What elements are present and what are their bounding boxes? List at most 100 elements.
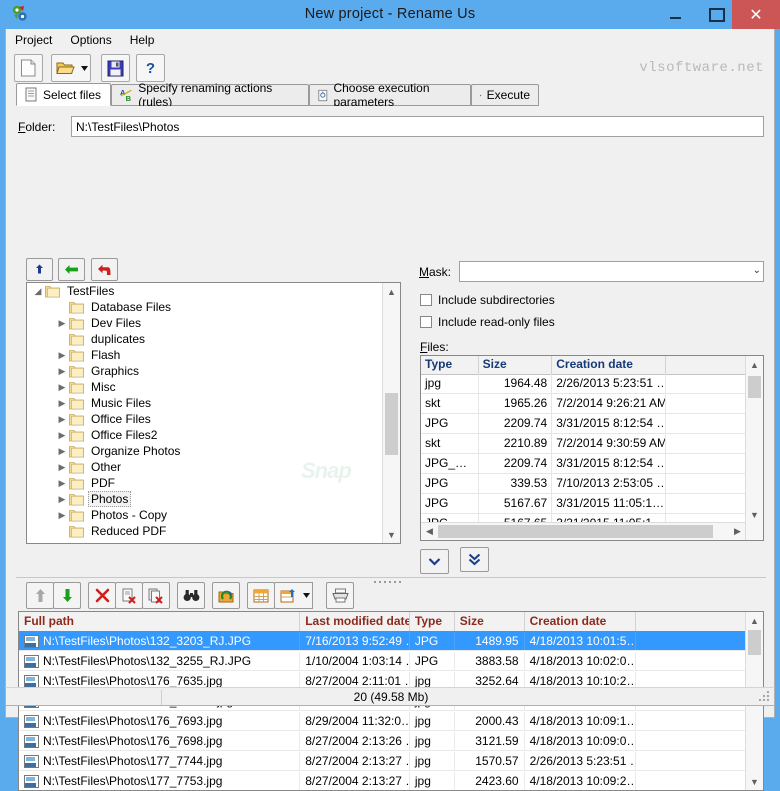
include-subdirectories-checkbox[interactable]: [420, 294, 432, 306]
files-grid-row[interactable]: jpg 1964.48 2/26/2013 5:23:51 …: [421, 374, 746, 394]
add-selected-button[interactable]: [420, 549, 449, 574]
tree-expander-icon[interactable]: ▶: [55, 350, 69, 361]
tree-expander-icon[interactable]: ▶: [55, 366, 69, 377]
column-header-creation-date[interactable]: Creation date: [525, 612, 637, 631]
files-grid-row[interactable]: JPG 2209.74 3/31/2015 8:12:54 …: [421, 414, 746, 434]
include-readonly-row[interactable]: Include read-only files: [420, 315, 555, 329]
tree-node[interactable]: ▶ Other: [27, 459, 383, 475]
remove-all-files-button[interactable]: [142, 582, 170, 609]
help-button[interactable]: ?: [136, 54, 165, 82]
print-button[interactable]: [326, 582, 354, 609]
column-header-size[interactable]: Size: [455, 612, 525, 631]
find-button[interactable]: [177, 582, 205, 609]
column-header-type[interactable]: Type: [421, 356, 479, 374]
new-project-button[interactable]: [14, 54, 43, 82]
scroll-up-icon[interactable]: ▲: [746, 356, 763, 373]
go-back-button[interactable]: [58, 258, 86, 281]
menu-item-options[interactable]: Options: [61, 30, 120, 50]
files-grid-row[interactable]: JPG 5167.67 3/31/2015 11:05:1…: [421, 494, 746, 514]
move-down-button[interactable]: [53, 582, 81, 609]
scroll-down-icon[interactable]: ▼: [383, 526, 400, 543]
scroll-left-icon[interactable]: ◀: [421, 523, 438, 540]
export-button[interactable]: [274, 582, 302, 609]
selected-files-scroll-thumb[interactable]: [748, 630, 761, 655]
table-row[interactable]: N:\TestFiles\Photos\132_3255_RJ.JPG 1/10/…: [19, 651, 746, 671]
tree-node[interactable]: ▶ PDF: [27, 475, 383, 491]
files-grid-row[interactable]: skt 1965.26 7/2/2014 9:26:21 AM: [421, 394, 746, 414]
scroll-down-icon[interactable]: ▼: [746, 506, 763, 523]
files-grid-vscrollbar[interactable]: ▲ ▼: [745, 356, 763, 540]
folder-path-input[interactable]: [71, 116, 764, 137]
scroll-right-icon[interactable]: ▶: [729, 523, 746, 540]
tree-expander-icon[interactable]: ▶: [55, 382, 69, 393]
tree-node[interactable]: ▶ Office Files: [27, 411, 383, 427]
tab-choose-execution-parameters[interactable]: Choose execution parameters: [309, 81, 471, 109]
tree-node[interactable]: ▶ Music Files: [27, 395, 383, 411]
tree-expander-icon[interactable]: ▶: [55, 414, 69, 425]
column-header-type[interactable]: Type: [410, 612, 455, 631]
resize-grip[interactable]: [759, 691, 770, 702]
tree-expander-icon[interactable]: ▶: [55, 398, 69, 409]
menu-item-help[interactable]: Help: [121, 30, 164, 50]
tree-expander-icon[interactable]: ▶: [55, 318, 69, 329]
column-header-full-path[interactable]: Full path: [19, 612, 301, 631]
tree-node[interactable]: ▶ Organize Photos: [27, 443, 383, 459]
files-hscroll-thumb[interactable]: [438, 525, 713, 538]
minimize-button[interactable]: [654, 0, 696, 29]
tree-node[interactable]: ▶ Photos: [27, 491, 383, 507]
tree-scrollbar[interactable]: ▲ ▼: [382, 283, 400, 543]
chevron-down-icon[interactable]: ⌄: [753, 265, 761, 276]
tree-node[interactable]: ▶ Misc: [27, 379, 383, 395]
include-readonly-checkbox[interactable]: [420, 316, 432, 328]
move-up-button[interactable]: [26, 582, 54, 609]
tree-node[interactable]: ◢ TestFiles: [27, 283, 383, 299]
files-grid-hscrollbar[interactable]: ◀ ▶: [421, 522, 746, 540]
table-row[interactable]: N:\TestFiles\Photos\176_7693.jpg 8/29/200…: [19, 711, 746, 731]
tab-execute[interactable]: Execute: [471, 84, 539, 106]
table-row[interactable]: N:\TestFiles\Photos\177_7744.jpg 8/27/200…: [19, 751, 746, 771]
column-header-last-modified[interactable]: Last modified date: [300, 612, 410, 631]
tree-node[interactable]: ▶ Office Files2: [27, 427, 383, 443]
save-project-button[interactable]: [101, 54, 130, 82]
table-row[interactable]: N:\TestFiles\Photos\176_7698.jpg 8/27/200…: [19, 731, 746, 751]
refresh-button[interactable]: [212, 582, 240, 609]
scroll-down-icon[interactable]: ▼: [746, 773, 763, 790]
mask-input[interactable]: [459, 261, 764, 282]
close-button[interactable]: ✕: [732, 0, 780, 29]
tree-node[interactable]: Database Files: [27, 299, 383, 315]
tree-node[interactable]: Reduced PDF: [27, 523, 383, 539]
tree-expander-icon[interactable]: ◢: [31, 286, 45, 297]
table-row[interactable]: N:\TestFiles\Photos\177_7753.jpg 8/27/200…: [19, 771, 746, 790]
tree-scroll-thumb[interactable]: [385, 393, 398, 455]
files-grid-row[interactable]: skt 2210.89 7/2/2014 9:30:59 AM: [421, 434, 746, 454]
undo-button[interactable]: [90, 258, 118, 281]
export-dropdown[interactable]: [300, 582, 313, 609]
remove-selected-file-button[interactable]: [115, 582, 143, 609]
grid-button[interactable]: [247, 582, 275, 609]
tab-specify-renaming-actions[interactable]: A B Specify renaming actions (rules): [111, 81, 309, 109]
tree-expander-icon[interactable]: ▶: [55, 510, 69, 521]
column-header-creation-date[interactable]: Creation date: [552, 356, 666, 374]
tree-expander-icon[interactable]: ▶: [55, 462, 69, 473]
tree-expander-icon[interactable]: ▶: [55, 446, 69, 457]
tab-select-files[interactable]: Select files: [16, 83, 111, 106]
tree-node[interactable]: duplicates: [27, 331, 383, 347]
tree-expander-icon[interactable]: ▶: [55, 430, 69, 441]
tree-expander-icon[interactable]: ▶: [55, 494, 69, 505]
table-row[interactable]: N:\TestFiles\Photos\132_3203_RJ.JPG 7/16/…: [19, 631, 746, 651]
open-project-button[interactable]: [51, 54, 80, 82]
remove-button[interactable]: [88, 582, 116, 609]
files-grid-row[interactable]: JPG 339.53 7/10/2013 2:53:05 …: [421, 474, 746, 494]
files-grid-row[interactable]: JPG_… 2209.74 3/31/2015 8:12:54 …: [421, 454, 746, 474]
add-all-button[interactable]: [460, 547, 490, 572]
go-up-button[interactable]: [26, 258, 53, 281]
tree-node[interactable]: ▶ Dev Files: [27, 315, 383, 331]
tree-node[interactable]: ▶ Graphics: [27, 363, 383, 379]
include-subdirectories-row[interactable]: Include subdirectories: [420, 293, 555, 307]
tree-node[interactable]: ▶ Photos - Copy: [27, 507, 383, 523]
files-vscroll-thumb[interactable]: [748, 376, 761, 398]
open-project-dropdown[interactable]: [78, 54, 91, 82]
folder-tree[interactable]: ◢ TestFiles Database Files ▶ Dev Files duplic…: [26, 282, 401, 544]
files-grid[interactable]: Type Size Creation date jpg 1964.48 2/26/2…: [420, 355, 764, 541]
column-header-size[interactable]: Size: [479, 356, 553, 374]
